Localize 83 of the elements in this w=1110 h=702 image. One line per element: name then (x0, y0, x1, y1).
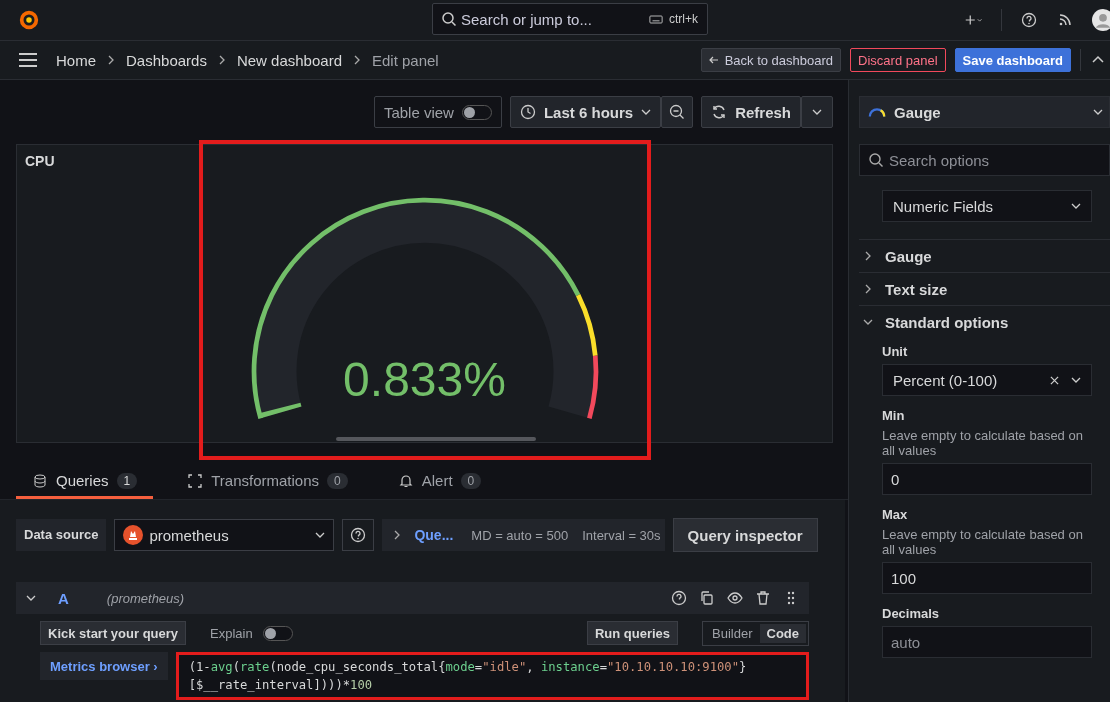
menu-icon[interactable] (18, 52, 38, 68)
query-source: (prometheus) (106, 590, 185, 606)
time-range-button[interactable]: Last 6 hours (509, 96, 662, 128)
field-label: Min (882, 408, 906, 423)
chevron-right-icon (218, 55, 225, 65)
interval-info: Interval = 30s (582, 527, 661, 543)
help-icon (350, 527, 367, 543)
copy-icon[interactable] (699, 590, 715, 606)
field-label: Max (882, 507, 909, 522)
query-code-editor[interactable]: (1-avg(rate(node_cpu_seconds_total{mode="idle", instance="10.10.10.10:9100"} [$__rate_interval])))*100 (175, 652, 809, 700)
arrow-left-icon (708, 56, 719, 64)
eye-icon[interactable] (727, 590, 743, 606)
panel-title: CPU (25, 153, 55, 169)
help-button[interactable] (342, 519, 375, 551)
refresh-icon (711, 104, 728, 120)
search-icon (868, 152, 884, 168)
zoom-out-icon (669, 104, 686, 120)
discard-button[interactable]: Discard panel (850, 48, 946, 72)
calculation-select[interactable]: Numeric Fields (882, 190, 1092, 222)
clock-icon (519, 104, 536, 120)
avatar-icon[interactable] (1092, 9, 1110, 31)
query-inspector-button[interactable]: Query inspector (672, 518, 818, 552)
help-icon[interactable] (671, 590, 687, 606)
save-button[interactable]: Save dashboard (954, 48, 1071, 72)
data-source-label: Data source (16, 519, 107, 551)
editor-mode-option[interactable]: Code (759, 623, 806, 643)
unit-select[interactable]: Percent (0-100) (882, 364, 1092, 396)
query-ref[interactable]: A (58, 589, 69, 607)
editor-mode-option[interactable]: Builder (705, 623, 760, 643)
query-options-link[interactable]: Que... (414, 527, 454, 543)
bell-icon (397, 472, 414, 489)
shortcut-hint: ctrl+k (669, 12, 698, 26)
editor-tab[interactable]: Alert 0 (381, 465, 498, 499)
caret-icon (1071, 377, 1081, 383)
options-section-header[interactable]: Gauge (859, 239, 1110, 272)
clear-icon[interactable] (1050, 375, 1059, 385)
query-options-bar[interactable]: Que... MD = auto = 500 Interval = 30s (382, 519, 665, 551)
breadcrumb-link[interactable]: Edit panel (372, 51, 439, 69)
help-icon[interactable] (1020, 12, 1038, 28)
options-section-header[interactable]: Text size (859, 272, 1110, 305)
breadcrumb-link[interactable]: Dashboards (126, 51, 207, 69)
search-icon (441, 11, 457, 27)
kick-start-button[interactable]: Kick start your query (40, 621, 187, 645)
trash-icon[interactable] (755, 590, 771, 606)
caret-icon (1071, 203, 1081, 209)
caret-icon (315, 532, 326, 538)
field-label: Decimals (882, 606, 941, 621)
refresh-interval-dropdown[interactable] (801, 96, 833, 128)
input-field[interactable]: 0 (882, 463, 1092, 495)
chevron-right-icon (394, 530, 401, 540)
field-hint: Leave empty to calculate based on all values (882, 527, 1084, 557)
gauge-value: 0.833% (342, 352, 507, 407)
transform-icon (187, 472, 204, 489)
breadcrumb-link[interactable]: Home (56, 51, 96, 69)
back-button[interactable]: Back to dashboard (700, 48, 842, 72)
gauge-icon (868, 105, 886, 119)
options-search-field[interactable]: Search options (859, 144, 1110, 176)
explain-label: Explain (210, 625, 253, 641)
chevron-right-icon (354, 55, 360, 65)
field-hint: Leave empty to calculate based on all values (882, 428, 1084, 458)
caret-icon (812, 109, 822, 115)
query-row-header[interactable]: A (prometheus) (16, 582, 809, 614)
run-queries-button[interactable]: Run queries (586, 621, 679, 645)
explain-toggle[interactable] (262, 625, 293, 641)
breadcrumb-link[interactable]: New dashboard (236, 51, 342, 69)
keyboard-icon (649, 13, 663, 25)
max-data-points: MD = auto = 500 (471, 527, 569, 543)
input-field[interactable]: 100 (882, 562, 1092, 594)
caret-icon[interactable] (26, 595, 36, 601)
input-field[interactable]: auto (882, 626, 1092, 658)
chevron-right-icon (108, 55, 114, 65)
options-section-header[interactable]: Standard options (859, 305, 1110, 338)
zoom-out-button[interactable] (661, 96, 694, 128)
table-view-toggle[interactable]: Table view (373, 96, 502, 128)
field-label: Unit (882, 344, 909, 359)
caret-icon (641, 109, 652, 115)
caret-icon (1093, 109, 1103, 115)
visualization-picker[interactable]: Gauge (859, 96, 1110, 128)
metrics-browser-button[interactable]: Metrics browser › (40, 652, 168, 680)
data-source-select[interactable]: prometheus (114, 519, 335, 551)
editor-tab[interactable]: Transformations 0 (171, 465, 364, 499)
refresh-button[interactable]: Refresh (701, 96, 801, 128)
database-icon (32, 472, 48, 489)
